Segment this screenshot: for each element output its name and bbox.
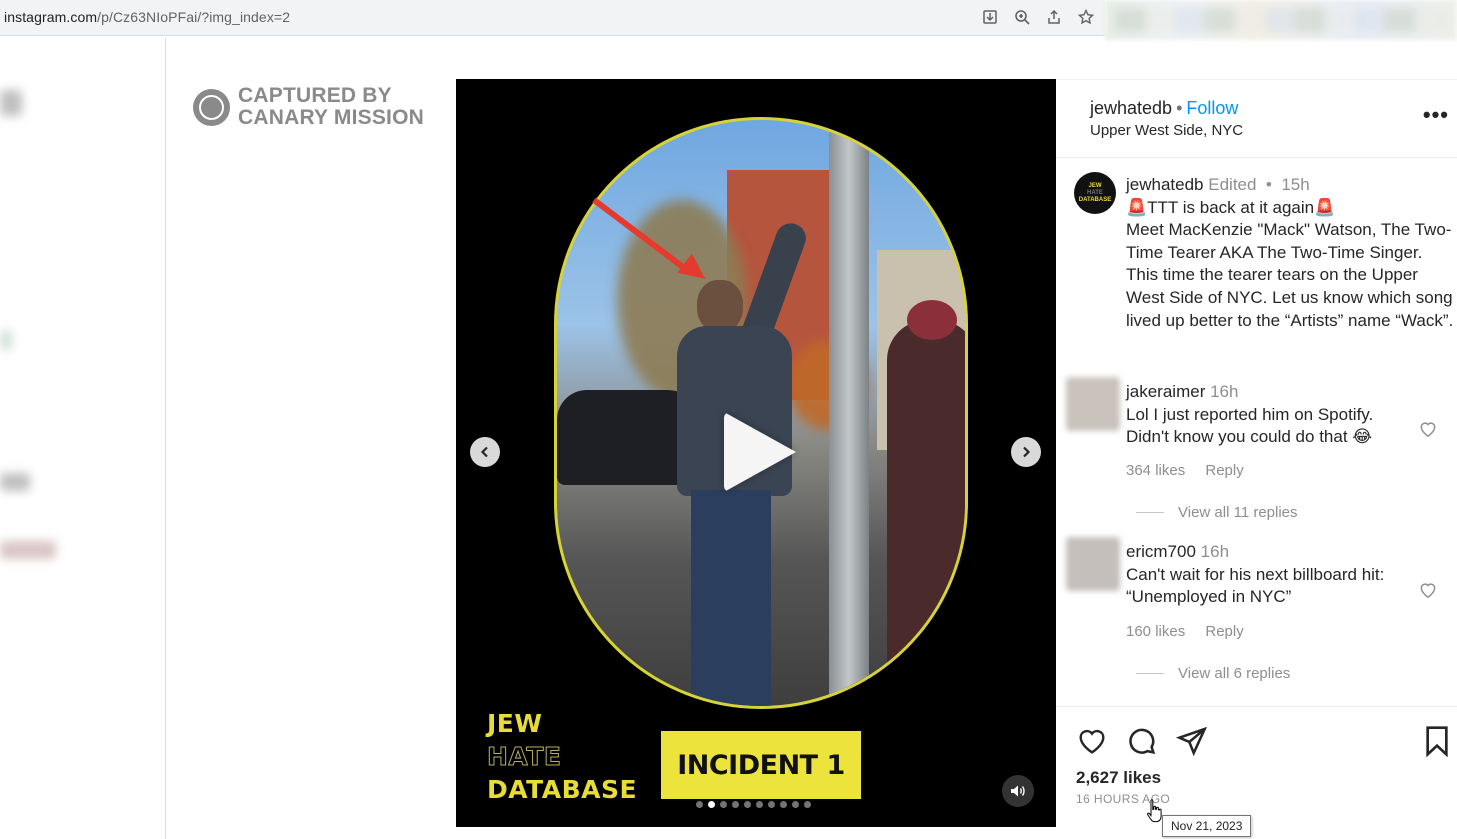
commenter-avatar[interactable] xyxy=(1066,537,1120,591)
comment-likes[interactable]: 160 likes xyxy=(1126,623,1185,640)
blurred-nav-item[interactable] xyxy=(0,473,30,491)
comment-text: Lol I just reported him on Spotify. Didn… xyxy=(1126,404,1374,447)
left-nav-rail xyxy=(0,38,166,839)
comment-time[interactable]: 16h xyxy=(1210,382,1238,401)
blurred-browser-extensions xyxy=(1105,0,1457,40)
post-media[interactable]: JEW HATE DATABASE INCIDENT 1 xyxy=(456,79,1056,827)
dot-separator: • xyxy=(1176,98,1183,118)
commenter-username[interactable]: ericm700 xyxy=(1126,542,1196,561)
star-icon[interactable] xyxy=(1075,6,1097,28)
view-replies-button[interactable]: View all 11 replies xyxy=(1136,504,1298,521)
light-pole xyxy=(829,120,869,706)
url-host: instagram.com xyxy=(4,9,98,25)
comment-time[interactable]: 16h xyxy=(1201,542,1229,561)
person xyxy=(677,219,811,706)
comment-meta: 364 likes Reply xyxy=(1126,462,1260,479)
post-side-panel: jewhatedb • Follow Upper West Side, NYC ••… xyxy=(1056,79,1457,827)
watermark-text: CAPTURED BY CANARY MISSION xyxy=(238,85,424,129)
previous-slide-button[interactable] xyxy=(470,437,500,467)
share-icon[interactable] xyxy=(1043,6,1065,28)
canary-logo-icon xyxy=(193,88,230,126)
carousel-dot xyxy=(732,801,739,808)
blurred-nav-item[interactable] xyxy=(0,330,12,350)
carousel-dot xyxy=(696,801,703,808)
view-replies-label: View all 11 replies xyxy=(1178,504,1298,521)
post-location[interactable]: Upper West Side, NYC xyxy=(1090,122,1243,139)
hand-cursor-icon xyxy=(1147,799,1162,823)
speaker-icon xyxy=(1011,785,1025,797)
canary-mission-watermark: CAPTURED BY CANARY MISSION xyxy=(193,85,424,129)
view-replies-button[interactable]: View all 6 replies xyxy=(1136,665,1290,682)
caption-text: Meet MacKenzie "Mack" Watson, The Two-Ti… xyxy=(1126,220,1454,330)
post-header: jewhatedb • Follow Upper West Side, NYC ••… xyxy=(1056,80,1457,158)
carousel-dot xyxy=(780,801,787,808)
dot-separator: • xyxy=(1261,175,1277,194)
carousel-dot-active xyxy=(708,801,715,808)
reply-button[interactable]: Reply xyxy=(1205,462,1243,479)
download-icon[interactable] xyxy=(979,6,1001,28)
address-bar[interactable]: instagram.com/p/Cz63NIoPFai/?img_index=2 xyxy=(0,0,1105,36)
jew-hate-database-logo-text: JEW HATE DATABASE xyxy=(486,707,638,806)
post-author: jewhatedb • Follow xyxy=(1090,98,1238,119)
carousel-dots xyxy=(696,801,811,808)
comment-likes[interactable]: 364 likes xyxy=(1126,462,1185,479)
caption-username[interactable]: jewhatedb xyxy=(1126,175,1204,194)
caption-edited: Edited xyxy=(1208,175,1257,194)
follow-button[interactable]: Follow xyxy=(1186,98,1238,118)
caption-headline: 🚨TTT is back at it again🚨 xyxy=(1126,197,1336,217)
carousel-dot xyxy=(756,801,763,808)
avatar-line-3: DATABASE xyxy=(1078,196,1112,203)
comment-meta: 160 likes Reply xyxy=(1126,623,1260,640)
like-icon[interactable] xyxy=(1076,725,1108,757)
carousel-dot xyxy=(804,801,811,808)
carousel-dot xyxy=(768,801,775,808)
post-actions: 2,627 likes 16 HOURS AGO xyxy=(1056,706,1457,828)
view-replies-label: View all 6 replies xyxy=(1178,665,1291,682)
carousel-dot xyxy=(792,801,799,808)
avatar-line-1: JEW xyxy=(1088,182,1102,189)
incident-label: INCIDENT 1 xyxy=(661,731,861,799)
comment-icon[interactable] xyxy=(1126,725,1158,757)
bystander xyxy=(887,300,965,706)
comment-text: Can't wait for his next billboard hit: “… xyxy=(1126,564,1385,607)
address-bar-actions xyxy=(979,6,1097,28)
author-username-link[interactable]: jewhatedb xyxy=(1090,98,1172,118)
date-tooltip: Nov 21, 2023 xyxy=(1162,815,1252,837)
action-icons xyxy=(1076,725,1208,757)
comment-body: ericm700 16h Can't wait for his next bil… xyxy=(1126,541,1408,609)
comment-like-icon[interactable] xyxy=(1418,419,1438,439)
overlay-line-2: HATE xyxy=(486,742,562,772)
carousel-dot xyxy=(744,801,751,808)
watermark-line-2: CANARY MISSION xyxy=(238,106,424,129)
overlay-line-3: DATABASE xyxy=(487,775,638,804)
commenter-username[interactable]: jakeraimer xyxy=(1126,382,1205,401)
author-avatar[interactable]: JEW HATE DATABASE xyxy=(1074,172,1116,214)
blurred-nav-item[interactable] xyxy=(0,90,22,116)
blurred-nav-item[interactable] xyxy=(0,541,56,559)
comment-like-icon[interactable] xyxy=(1418,580,1438,600)
comment-body: jakeraimer 16h Lol I just reported him o… xyxy=(1126,381,1408,449)
avatar-line-2: HATE xyxy=(1087,189,1103,196)
next-slide-button[interactable] xyxy=(1011,437,1041,467)
zoom-icon[interactable] xyxy=(1011,6,1033,28)
commenter-avatar[interactable] xyxy=(1066,377,1120,431)
caption-body: jewhatedb Edited • 15h 🚨TTT is back at i… xyxy=(1126,174,1454,332)
save-bookmark-icon[interactable] xyxy=(1423,725,1451,758)
overlay-line-1: JEW xyxy=(487,709,543,738)
play-icon[interactable] xyxy=(724,412,796,492)
more-options-icon[interactable]: ••• xyxy=(1423,102,1449,128)
url-text[interactable]: instagram.com/p/Cz63NIoPFai/?img_index=2 xyxy=(4,9,290,25)
url-path: /p/Cz63NIoPFai/?img_index=2 xyxy=(97,9,291,25)
carousel-dot xyxy=(720,801,727,808)
watermark-line-1: CAPTURED BY xyxy=(238,84,392,107)
audio-toggle-button[interactable] xyxy=(1002,775,1034,807)
reply-button[interactable]: Reply xyxy=(1205,623,1243,640)
caption-time[interactable]: 15h xyxy=(1281,175,1309,194)
post-likes-count[interactable]: 2,627 likes xyxy=(1076,768,1161,788)
share-post-icon[interactable] xyxy=(1175,725,1208,757)
